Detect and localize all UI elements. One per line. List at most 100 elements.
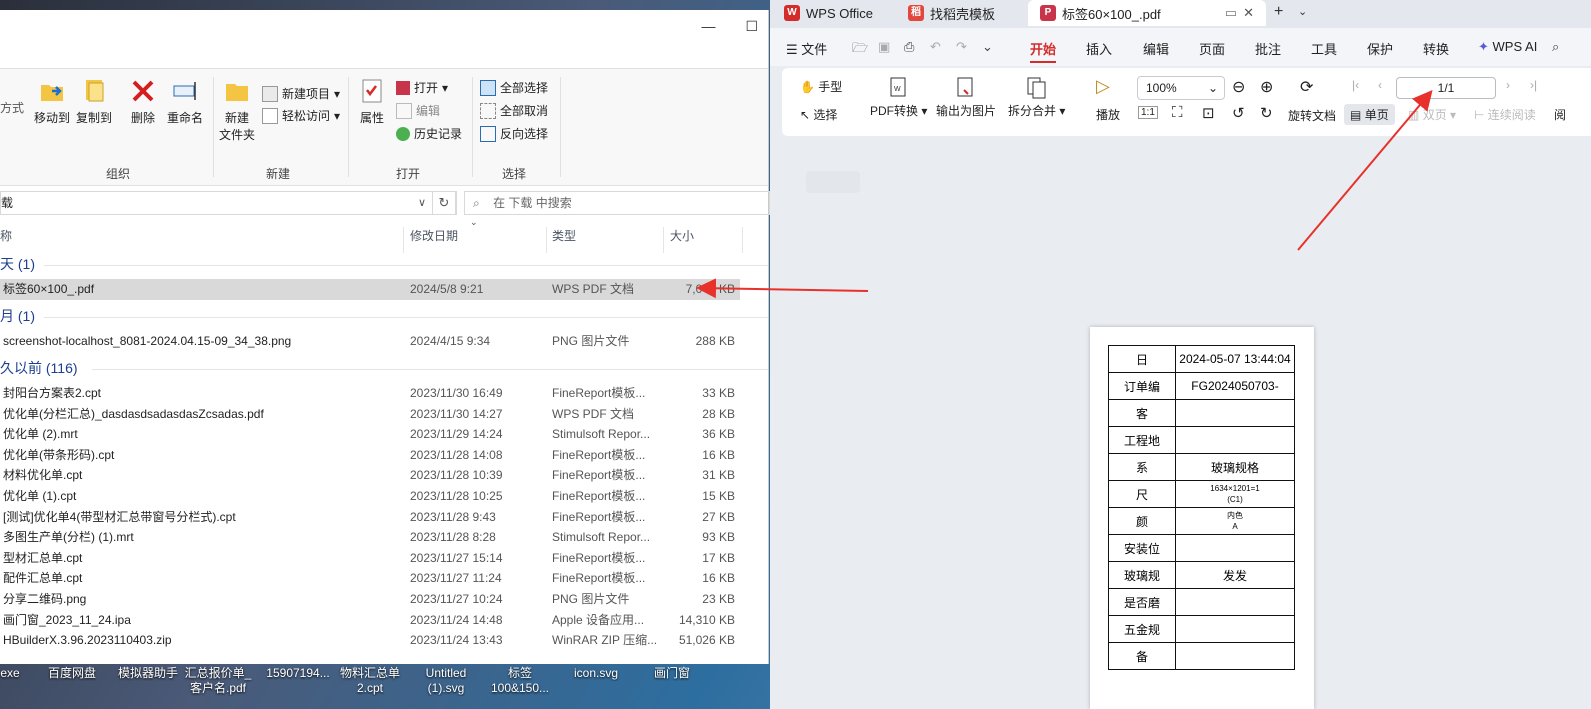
edit-button[interactable]: 编辑 — [396, 102, 440, 119]
rotate-doc-label[interactable]: 旋转文档 — [1288, 107, 1336, 124]
file-row[interactable]: 材料优化单.cpt 2023/11/28 10:39 FineReport模板...… — [0, 465, 740, 486]
menu-page[interactable]: 页面 — [1199, 39, 1225, 58]
close-icon[interactable]: ✕ — [1243, 5, 1254, 21]
split-merge-button[interactable]: 拆分合并 ▾ — [1008, 76, 1065, 119]
read-mode-partial[interactable]: 阅 — [1554, 106, 1566, 123]
redo-icon[interactable]: ↷ — [956, 39, 967, 55]
actual-size-icon[interactable]: 1:1 — [1138, 106, 1158, 119]
next-page-icon[interactable]: › — [1506, 78, 1510, 92]
chevron-down-icon[interactable]: ⌄ — [982, 39, 993, 55]
maximize-icon[interactable]: ☐ — [745, 18, 758, 35]
file-row[interactable]: 优化单 (1).cpt 2023/11/28 10:25 FineReport模板.… — [0, 486, 740, 507]
rotate-right-icon[interactable]: ↻ — [1260, 104, 1273, 122]
file-row[interactable]: 封阳台方案表2.cpt 2023/11/30 16:49 FineReport模板.… — [0, 383, 740, 404]
file-row[interactable]: 分享二维码.png 2023/11/27 10:24 PNG 图片文件 23 KB — [0, 589, 740, 610]
menu-wps-ai[interactable]: ✦ WPS AI — [1478, 39, 1537, 55]
column-separator[interactable] — [546, 227, 547, 253]
column-separator[interactable] — [403, 227, 404, 253]
desktop-icon[interactable]: 模拟器助手 — [108, 666, 188, 681]
file-row[interactable]: screenshot-localhost_8081-2024.04.15-09_… — [0, 331, 740, 352]
screen-icon[interactable]: ▭ — [1225, 5, 1237, 21]
play-button[interactable]: ▷ — [1096, 76, 1110, 97]
desktop-icon[interactable]: 标签 100&150... — [480, 666, 560, 696]
file-group-header[interactable]: 久以前 (116) — [0, 358, 78, 379]
menu-start[interactable]: 开始 — [1030, 39, 1057, 63]
tab-docer-templates[interactable]: 稻 找稻壳模板 — [896, 0, 1024, 26]
file-row[interactable]: 型材汇总单.cpt 2023/11/27 15:14 FineReport模板...… — [0, 548, 740, 569]
new-item-button[interactable]: 新建项目 ▾ — [262, 85, 340, 102]
desktop-icon[interactable]: Untitled (1).svg — [406, 666, 486, 696]
file-row[interactable]: HBuilderX.3.96.2023110403.zip 2023/11/24 … — [0, 630, 740, 651]
tab-wps-office[interactable]: W WPS Office — [772, 0, 892, 26]
address-bar[interactable]: 载 ∨ — [0, 191, 457, 215]
file-group-header[interactable]: 天 (1) — [0, 254, 35, 275]
page-number-input[interactable]: 1/1 — [1396, 77, 1496, 99]
hand-tool-button[interactable]: ✋ 手型 — [800, 78, 842, 95]
file-group-header[interactable]: 月 (1) — [0, 306, 35, 327]
fit-page-icon[interactable]: ⛶ — [1172, 104, 1183, 121]
save-icon[interactable]: ▣ — [878, 39, 890, 55]
menu-tools[interactable]: 工具 — [1311, 39, 1337, 58]
rotate-doc-icon[interactable]: ⟳ — [1300, 77, 1313, 97]
fit-width-icon[interactable]: ⊡ — [1202, 104, 1215, 122]
easy-access-button[interactable]: 轻松访问 ▾ — [262, 107, 340, 124]
delete-button[interactable]: 删除 — [126, 77, 160, 126]
tab-pdf-document[interactable]: P 标签60×100_.pdf ▭ ✕ — [1028, 0, 1266, 26]
desktop-icon[interactable]: 物料汇总单 2.cpt — [330, 666, 410, 696]
menu-insert[interactable]: 插入 — [1086, 39, 1112, 58]
new-tab-icon[interactable]: + — [1274, 3, 1283, 21]
select-none-button[interactable]: 全部取消 — [480, 102, 548, 119]
new-folder-button[interactable]: 新建 文件夹 — [217, 77, 257, 143]
single-page-button[interactable]: ▤ 单页 — [1344, 104, 1395, 125]
copy-to-button[interactable]: 复制到 — [74, 77, 114, 126]
file-row[interactable]: 优化单(带条形码).cpt 2023/11/28 14:08 FineReport模… — [0, 445, 740, 466]
rename-button[interactable]: 重命名 — [164, 77, 206, 126]
refresh-icon[interactable]: ↻ — [432, 191, 456, 215]
search-icon[interactable]: ⌕ — [1552, 39, 1559, 55]
column-type[interactable]: 类型 — [552, 227, 576, 244]
open-folder-icon[interactable]: 🗁 — [852, 39, 868, 61]
select-all-button[interactable]: 全部选择 — [480, 79, 548, 96]
chevron-down-icon[interactable]: ∨ — [418, 192, 426, 214]
file-row[interactable]: 优化单(分栏汇总)_dasdasdsadasdasZcsadas.pdf 2023… — [0, 404, 740, 425]
column-separator[interactable] — [663, 227, 664, 253]
file-row[interactable]: 画门窗_2023_11_24.ipa 2023/11/24 14:48 Apple … — [0, 610, 740, 631]
column-name[interactable]: 称 — [0, 227, 12, 244]
select-tool-button[interactable]: ↖ 选择 — [800, 106, 837, 123]
move-to-button[interactable]: 移动到 — [32, 77, 72, 126]
open-button[interactable]: 打开 ▾ — [396, 79, 448, 96]
minimize-icon[interactable]: — — [701, 18, 715, 35]
desktop-icon[interactable]: 15907194... — [258, 666, 338, 681]
invert-selection-button[interactable]: 反向选择 — [480, 125, 548, 142]
last-page-icon[interactable]: ›| — [1530, 78, 1537, 92]
desktop-icon[interactable]: icon.svg — [556, 666, 636, 681]
double-page-button[interactable]: ▥ 双页 ▾ — [1408, 106, 1456, 123]
column-size[interactable]: 大小 — [670, 227, 694, 244]
export-image-button[interactable]: 输出为图片 — [936, 76, 996, 119]
rotate-left-icon[interactable]: ↺ — [1232, 104, 1245, 122]
zoom-select[interactable]: 100% ⌄ — [1137, 76, 1225, 100]
history-button[interactable]: 历史记录 — [396, 125, 462, 142]
menu-comment[interactable]: 批注 — [1255, 39, 1281, 58]
file-row[interactable]: 配件汇总单.cpt 2023/11/27 11:24 FineReport模板...… — [0, 568, 740, 589]
continuous-read-button[interactable]: ⊢ 连续阅读 — [1474, 106, 1536, 123]
menu-file[interactable]: ☰ 文件 — [786, 39, 827, 58]
file-row-selected[interactable]: 标签60×100_.pdf 2024/5/8 9:21 WPS PDF 文档 7,04… — [0, 279, 740, 300]
desktop-icon[interactable]: 画门窗 — [632, 666, 712, 681]
properties-button[interactable]: 属性 — [355, 77, 389, 126]
menu-edit[interactable]: 编辑 — [1143, 39, 1169, 58]
column-date[interactable]: 修改日期 — [410, 227, 458, 244]
undo-icon[interactable]: ↶ — [930, 39, 941, 55]
pdf-convert-button[interactable]: W PDF转换 ▾ — [870, 76, 927, 119]
first-page-icon[interactable]: |‹ — [1352, 78, 1359, 92]
menu-convert[interactable]: 转换 — [1423, 39, 1449, 58]
chevron-down-icon[interactable]: ⌄ — [1298, 5, 1307, 18]
search-input[interactable]: ⌕ 在 下载 中搜索 — [464, 191, 770, 215]
desktop-icon[interactable]: 百度网盘 — [32, 666, 112, 681]
print-icon[interactable]: ⎙ — [904, 39, 914, 55]
desktop-icon[interactable]: 汇总报价单_ 客户名.pdf — [178, 666, 258, 696]
menu-protect[interactable]: 保护 — [1367, 39, 1393, 58]
column-separator[interactable] — [742, 227, 743, 253]
file-row[interactable]: 优化单 (2).mrt 2023/11/29 14:24 Stimulsoft Re… — [0, 424, 740, 445]
zoom-in-icon[interactable]: ⊕ — [1260, 77, 1273, 97]
